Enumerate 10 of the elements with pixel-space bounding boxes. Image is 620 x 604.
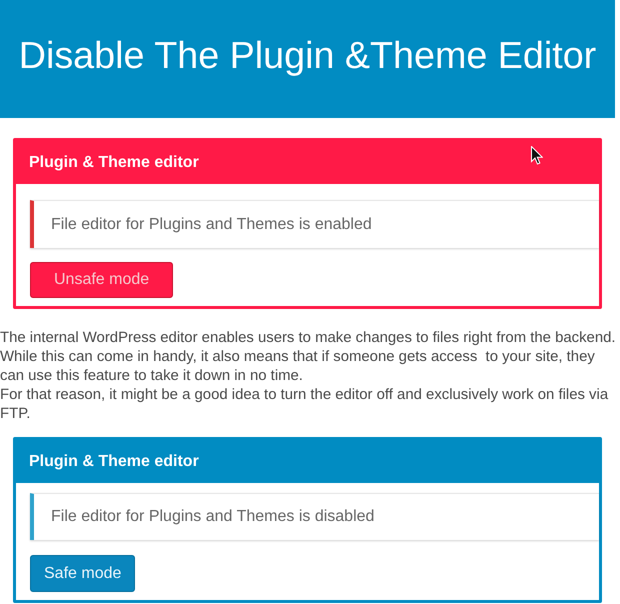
panel-title: Plugin & Theme editor	[29, 154, 199, 172]
page-title: Disable The Plugin &Theme Editor	[18, 34, 596, 76]
status-notice: File editor for Plugins and Themes is enabled	[30, 200, 599, 248]
description-paragraph: For that reason, it might be a good idea to turn the editor off and exclusively work on files via FTP.	[0, 386, 610, 424]
mode-button[interactable]: Unsafe mode	[30, 262, 174, 298]
mouse-pointer-icon	[531, 146, 543, 165]
description-paragraph: The internal WordPress editor enables users to make changes to files right from the backend. While this can come in handy, it also means that if someone gets access to your site, they can use this feature to take it down in no time.	[0, 329, 617, 386]
mode-button[interactable]: Safe mode	[30, 555, 136, 592]
panel-title: Plugin & Theme editor	[29, 452, 199, 470]
status-notice: File editor for Plugins and Themes is disabled	[30, 493, 599, 540]
